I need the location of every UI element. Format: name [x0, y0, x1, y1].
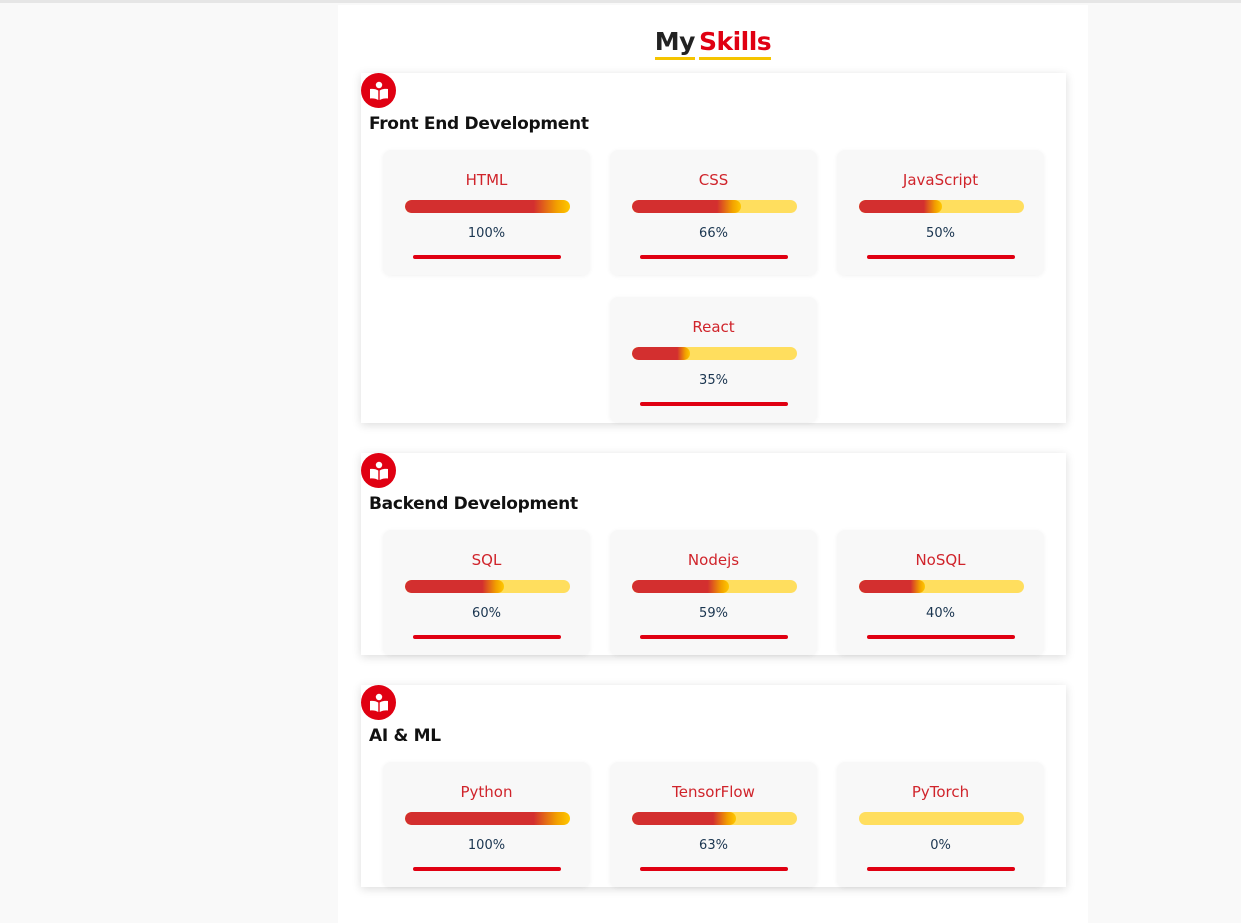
section-title: Backend Development	[369, 494, 578, 514]
skill-progress-fill	[859, 580, 925, 593]
skill-progress-fill	[632, 347, 690, 360]
skill-card-tensorflow: TensorFlow 63%	[610, 762, 817, 887]
section-backend: Backend Development SQL 60% Nodejs 59% N…	[361, 453, 1066, 655]
skill-progress-fill	[632, 812, 736, 825]
card-underline	[640, 867, 788, 871]
top-border	[0, 0, 1241, 3]
reader-book-icon	[361, 73, 396, 108]
skill-name: Nodejs	[687, 551, 740, 569]
card-underline	[640, 255, 788, 259]
skill-progress-bar	[405, 812, 570, 825]
card-underline	[413, 635, 561, 639]
section-front-end: Front End Development HTML 100% CSS 66% …	[361, 73, 1066, 423]
skill-progress-bar	[632, 347, 797, 360]
skill-progress-fill	[632, 580, 730, 593]
skill-progress-bar	[405, 580, 570, 593]
skill-percent: 66%	[699, 226, 728, 241]
card-underline	[640, 635, 788, 639]
page-title: My Skills	[338, 27, 1088, 60]
skill-progress-fill	[405, 580, 504, 593]
skill-name: TensorFlow	[672, 783, 755, 801]
skill-name: React	[692, 318, 735, 336]
section-title: Front End Development	[369, 114, 589, 134]
skills-panel: My Skills Front End Development HTML 100%…	[338, 5, 1088, 923]
card-underline	[413, 867, 561, 871]
skill-progress-fill	[632, 200, 741, 213]
skill-percent: 63%	[699, 838, 728, 853]
skill-percent: 59%	[699, 606, 728, 621]
skill-name: SQL	[471, 551, 502, 569]
skill-progress-fill	[405, 200, 570, 213]
skill-percent: 35%	[699, 373, 728, 388]
reader-book-icon	[361, 453, 396, 488]
skill-progress-bar	[405, 200, 570, 213]
skill-progress-bar	[632, 580, 797, 593]
skill-percent: 40%	[926, 606, 955, 621]
section-ai-ml: AI & ML Python 100% TensorFlow 63% PyTor…	[361, 685, 1066, 887]
skill-card-css: CSS 66%	[610, 150, 817, 275]
skill-card-react: React 35%	[610, 297, 817, 422]
skill-progress-fill	[405, 812, 570, 825]
skill-name: CSS	[698, 171, 729, 189]
skill-card-sql: SQL 60%	[383, 530, 590, 655]
title-part-skills: Skills	[698, 27, 772, 60]
skill-name: Python	[460, 783, 513, 801]
skill-percent: 0%	[930, 838, 951, 853]
skill-percent: 100%	[467, 226, 506, 241]
skill-percent: 100%	[467, 838, 506, 853]
title-part-my: My	[654, 27, 695, 60]
section-title: AI & ML	[369, 726, 441, 746]
skill-progress-bar	[859, 812, 1024, 825]
skill-card-html: HTML 100%	[383, 150, 590, 275]
skill-name: HTML	[465, 171, 508, 189]
card-underline	[867, 255, 1015, 259]
card-underline	[867, 867, 1015, 871]
skill-card-pytorch: PyTorch 0%	[837, 762, 1044, 887]
skill-progress-fill	[859, 200, 942, 213]
skill-card-python: Python 100%	[383, 762, 590, 887]
skill-card-nodejs: Nodejs 59%	[610, 530, 817, 655]
card-underline	[640, 402, 788, 406]
skill-name: NoSQL	[915, 551, 966, 569]
skill-name: PyTorch	[911, 783, 970, 801]
card-underline	[413, 255, 561, 259]
skill-progress-bar	[859, 200, 1024, 213]
skill-card-nosql: NoSQL 40%	[837, 530, 1044, 655]
skill-card-javascript: JavaScript 50%	[837, 150, 1044, 275]
skill-progress-bar	[632, 200, 797, 213]
skill-name: JavaScript	[902, 171, 979, 189]
card-underline	[867, 635, 1015, 639]
skill-percent: 50%	[926, 226, 955, 241]
skill-percent: 60%	[472, 606, 501, 621]
skill-progress-bar	[632, 812, 797, 825]
reader-book-icon	[361, 685, 396, 720]
skill-progress-bar	[859, 580, 1024, 593]
